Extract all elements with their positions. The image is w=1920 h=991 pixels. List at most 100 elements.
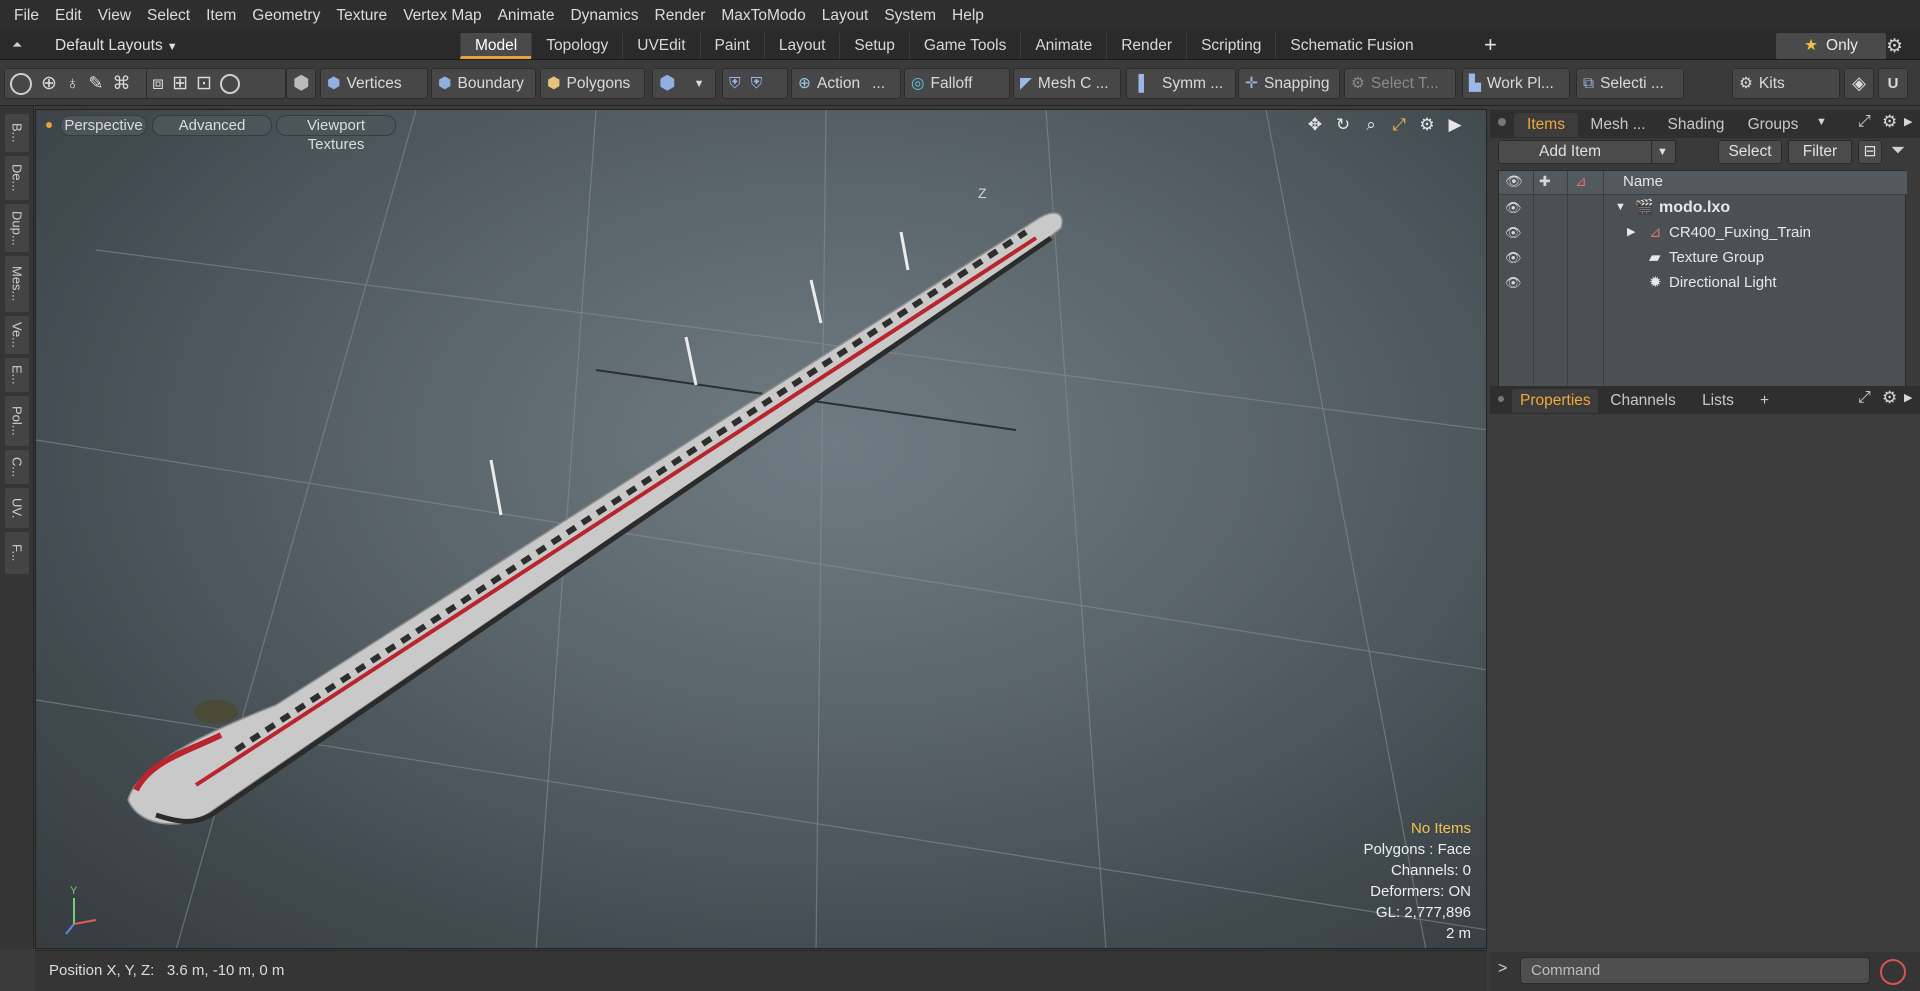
select-button[interactable]: Select [1718,140,1782,164]
name-column-header[interactable]: Name [1623,173,1663,190]
tab-channels[interactable]: Channels [1602,389,1684,413]
train-model[interactable] [127,212,1063,825]
item-row-scene[interactable]: 👁 ▼ 🎬 modo.lxo [1499,195,1895,220]
panel-gear-icon[interactable]: ⚙ [1882,388,1897,408]
item-row-light[interactable]: 👁 ✹ Directional Light [1499,270,1895,295]
visibility-eye-icon[interactable]: 👁 [1505,195,1522,220]
item-row-mesh[interactable]: 👁 ▶ ⊿ CR400_Fuxing_Train [1499,220,1895,245]
add-tab-button[interactable]: + [1484,34,1497,56]
tab-items[interactable]: Items [1514,113,1578,137]
panel-arrow-icon[interactable]: ▶ [1904,115,1912,128]
visibility-column-icon[interactable]: 👁 [1505,173,1523,190]
loop-icon[interactable]: ⌘ [113,73,131,94]
add-tab-button[interactable]: + [1752,389,1776,413]
sphere-icon[interactable] [219,73,240,94]
tab-render[interactable]: Render [1106,33,1186,59]
visibility-eye-icon[interactable]: 👁 [1505,220,1522,245]
tab-paint[interactable]: Paint [699,33,764,59]
left-tab-edge[interactable]: E... [5,358,29,392]
globe-icon[interactable]: ⊕ [41,72,57,95]
funnel-filter-icon[interactable]: ⏷ [1886,140,1910,164]
left-tab-vertex[interactable]: Ve... [5,316,29,354]
panel-arrow-icon[interactable]: ▶ [1904,391,1912,404]
grid-icon[interactable]: ⊞ [172,72,188,95]
lock-column-icon[interactable]: ✚ [1539,173,1551,190]
action-center-button[interactable]: ⊕ Action... [791,68,901,99]
tab-groups[interactable]: Groups [1738,113,1808,137]
lasso-icon[interactable]: ♁ [66,73,80,94]
snapping-button[interactable]: ✛ Snapping [1238,68,1340,99]
paint-select-icon[interactable]: ✎ [88,73,103,94]
visibility-eye-icon[interactable]: 👁 [1505,270,1522,295]
circle-select-icon[interactable] [10,72,32,95]
shading-style-dropdown[interactable]: Advanced [152,115,272,136]
only-button[interactable]: ★ Only [1776,33,1886,59]
menu-maxtomodo[interactable]: MaxToModo [713,0,813,31]
menu-animate[interactable]: Animate [490,0,563,31]
menu-file[interactable]: File [6,0,47,31]
perspective-dropdown[interactable]: Perspective [60,115,147,136]
left-tab-duplicate[interactable]: Dup... [5,204,29,252]
locator-column-icon[interactable]: ⊿ [1575,173,1587,190]
tab-animate[interactable]: Animate [1020,33,1106,59]
menu-texture[interactable]: Texture [328,0,395,31]
menu-select[interactable]: Select [139,0,198,31]
maximize-icon[interactable]: ⤢ [1390,115,1408,135]
collapse-button[interactable]: ⊟ [1858,140,1882,164]
3d-viewport[interactable]: Z Perspective Advanced Viewport Textures… [35,109,1487,949]
item-row-texture-group[interactable]: 👁 ▰ Texture Group [1499,245,1895,270]
unreal-button[interactable]: U [1878,68,1908,99]
filter-button[interactable]: Filter [1788,140,1852,164]
mesh-constraint-button[interactable]: ◤ Mesh C ... [1013,68,1121,99]
tab-layout[interactable]: Layout [763,33,840,59]
default-layouts-dropdown[interactable]: Default Layouts ▼ [55,31,178,60]
pan-icon[interactable]: ✥ [1306,115,1324,135]
shield-check-icon[interactable]: ⛨ [751,75,763,93]
visibility-eye-icon[interactable]: 👁 [1505,245,1522,270]
tab-shading[interactable]: Shading [1658,113,1734,137]
vertices-button[interactable]: ⬢ Vertices [320,68,428,99]
maximize-panel-icon[interactable]: ⤢ [1858,389,1871,407]
viewport-gear-icon[interactable]: ⚙ [1418,115,1436,135]
tab-uvedit[interactable]: UVEdit [622,33,699,59]
tab-mesh-ops[interactable]: Mesh ... [1582,113,1654,137]
menu-system[interactable]: System [876,0,944,31]
expand-arrow-icon[interactable]: ▼ [1615,195,1626,220]
menu-help[interactable]: Help [944,0,992,31]
record-icon[interactable] [1880,959,1906,985]
left-tab-deform[interactable]: De... [5,156,29,200]
falloff-button[interactable]: ◎ Falloff [904,68,1010,99]
maximize-panel-icon[interactable]: ⤢ [1858,113,1871,131]
menu-layout[interactable]: Layout [814,0,877,31]
collapse-arrow-icon[interactable]: ⏶ [12,37,28,53]
tab-properties[interactable]: Properties [1512,389,1598,413]
left-tab-mesh-edit[interactable]: Mes... [5,256,29,312]
menu-render[interactable]: Render [647,0,714,31]
left-tab-polygon[interactable]: Pol... [5,396,29,446]
tab-schematic-fusion[interactable]: Schematic Fusion [1275,33,1427,59]
tab-topology[interactable]: Topology [531,33,622,59]
command-input[interactable]: Command [1520,957,1870,984]
tabs-dropdown-icon[interactable]: ▼ [1816,116,1827,128]
item-mode-button[interactable]: ⬢ [286,68,316,99]
menu-vertex-map[interactable]: Vertex Map [395,0,489,31]
left-tab-basic[interactable]: B... [5,114,29,152]
unity-button[interactable]: ◈ [1844,68,1874,99]
work-plane-button[interactable]: ▙ Work Pl... [1462,68,1570,99]
rotate-icon[interactable]: ↻ [1334,115,1352,135]
left-tab-curve[interactable]: C... [5,450,29,484]
material-mode-dropdown[interactable]: ⬢ ▼ [652,68,716,99]
zoom-icon[interactable]: ⌕ [1362,115,1380,135]
panel-gear-icon[interactable]: ⚙ [1882,112,1897,132]
select-through-button[interactable]: ⚙ Select T... [1344,68,1456,99]
left-tab-uv[interactable]: UV. [5,488,29,528]
shield-icon[interactable]: ⛨ [729,75,741,93]
kits-button[interactable]: ⚙ Kits [1732,68,1840,99]
tab-game-tools[interactable]: Game Tools [908,33,1020,59]
polygons-button[interactable]: ⬢ Polygons [540,68,645,99]
tab-setup[interactable]: Setup [839,33,909,59]
rect-select-icon[interactable]: ⧈ [152,73,164,95]
menu-item[interactable]: Item [198,0,244,31]
frame-icon[interactable]: ⊡ [196,72,212,95]
gear-icon[interactable]: ⚙ [1886,35,1903,58]
